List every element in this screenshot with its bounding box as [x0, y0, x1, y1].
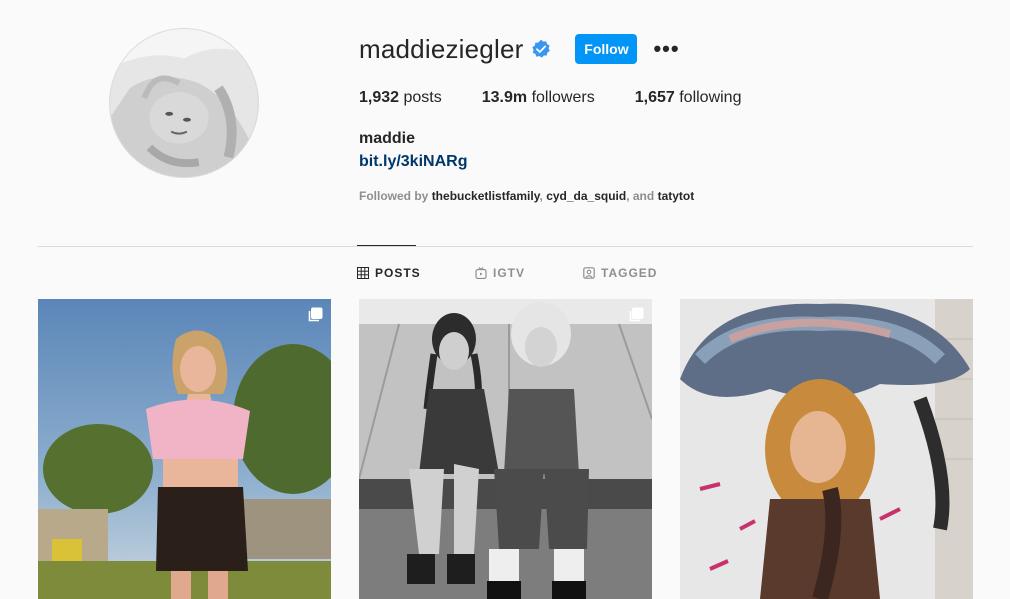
avatar-image	[110, 29, 258, 177]
followed-by-user: tatytot	[657, 189, 695, 203]
following-label: following	[679, 89, 742, 106]
active-tab-indicator	[357, 245, 416, 246]
followed-by[interactable]: Followed by thebucketlistfamily, cyd_da_…	[359, 189, 694, 203]
followed-by-user: thebucketlistfamily	[431, 189, 540, 203]
post-thumbnail[interactable]	[680, 299, 973, 599]
followed-by-separator: ,	[539, 189, 543, 203]
post-thumbnail[interactable]	[359, 299, 652, 599]
tab-label: IGTV	[493, 266, 526, 280]
profile-tabs: POSTS IGTV TAGGED	[357, 266, 657, 280]
followed-by-user: cyd_da_squid	[546, 189, 627, 203]
igtv-icon	[475, 267, 487, 280]
post-image	[359, 299, 652, 599]
tagged-icon	[583, 267, 595, 279]
follow-button[interactable]: Follow	[575, 34, 638, 64]
followers-count: 13.9m	[481, 89, 528, 106]
post-thumbnail[interactable]	[38, 299, 331, 599]
followed-by-separator: , and	[626, 189, 655, 203]
bio-link[interactable]: bit.ly/3kiNARg	[359, 153, 467, 171]
full-name: maddie	[359, 130, 416, 147]
multiple-photos-icon	[628, 307, 644, 323]
grid-icon	[357, 267, 369, 279]
following-stat[interactable]: 1,657 following	[635, 89, 742, 107]
tab-posts[interactable]: POSTS	[357, 266, 475, 280]
username: maddieziegler	[359, 33, 524, 64]
section-divider	[38, 246, 973, 247]
followers-stat[interactable]: 13.9m followers	[482, 89, 595, 107]
tab-label: POSTS	[375, 266, 421, 280]
verified-badge-icon	[531, 39, 551, 59]
username-row: maddieziegler Follow •••	[359, 33, 680, 65]
tab-igtv[interactable]: IGTV	[475, 266, 583, 280]
tab-tagged[interactable]: TAGGED	[583, 266, 657, 280]
post-image	[38, 299, 331, 599]
posts-count: 1,932	[359, 89, 400, 106]
post-image	[680, 299, 973, 599]
multiple-photos-icon	[307, 307, 323, 323]
more-options-icon[interactable]: •••	[653, 38, 679, 60]
followed-by-prefix: Followed by	[359, 189, 429, 203]
tab-label: TAGGED	[601, 266, 658, 280]
posts-stat: 1,932 posts	[359, 89, 442, 107]
profile-avatar[interactable]	[109, 28, 259, 178]
followers-label: followers	[531, 89, 595, 106]
profile-stats: 1,932 posts 13.9m followers 1,657 follow…	[359, 89, 781, 107]
following-count: 1,657	[634, 89, 675, 106]
posts-label: posts	[403, 89, 442, 106]
